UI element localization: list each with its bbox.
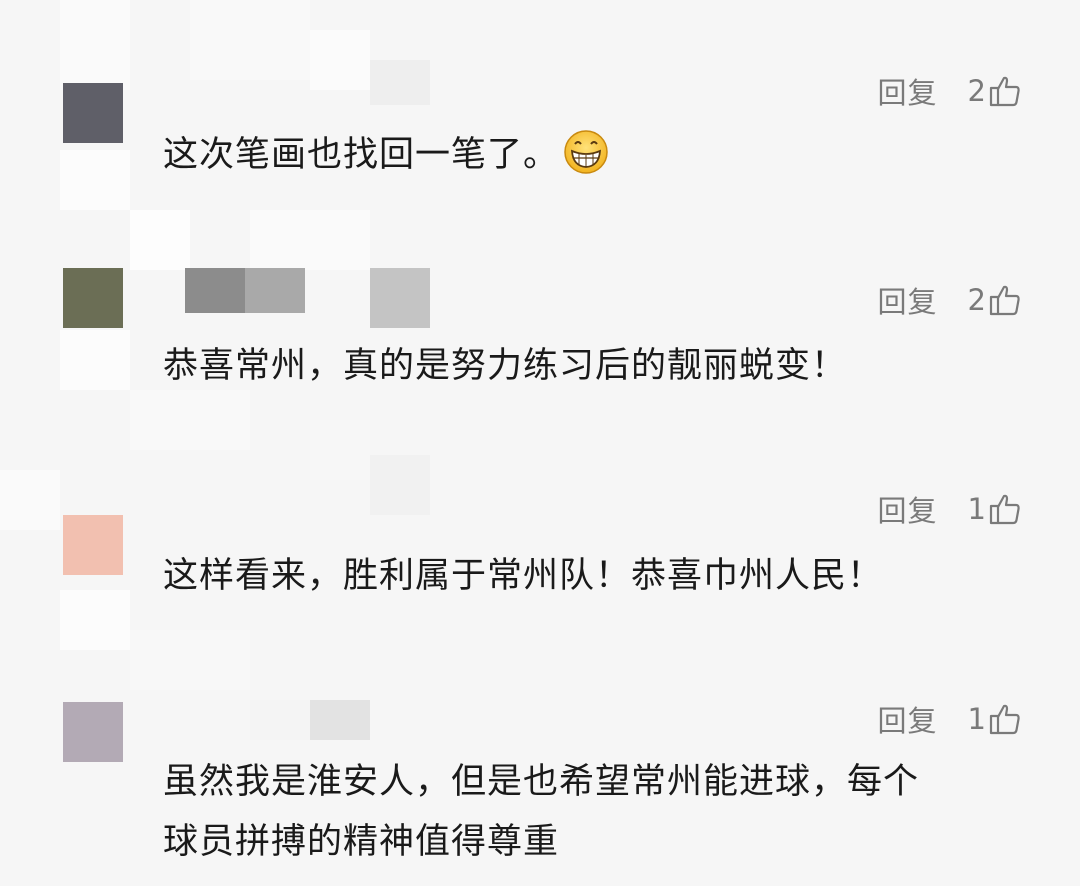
reply-button[interactable]: 回复 <box>878 698 938 740</box>
reply-button[interactable]: 回复 <box>878 279 938 321</box>
like-count: 2 <box>967 74 986 108</box>
avatar[interactable] <box>63 83 123 143</box>
avatar[interactable] <box>63 515 123 575</box>
grinning-face-emoji <box>563 129 609 175</box>
comment-actions: 回复 1 <box>878 699 1022 739</box>
comment-text: 虽然我是淮安人，但是也希望常州能进球，每个 球员拼搏的精神值得尊重 <box>163 752 1020 872</box>
like-count: 2 <box>967 283 986 317</box>
comment-text: 这次笔画也找回一笔了。 <box>163 125 1020 185</box>
avatar[interactable] <box>63 268 123 328</box>
comment-text: 这样看来，胜利属于常州队！恭喜巾州人民！ <box>163 556 884 596</box>
comment-text: 恭喜常州，真的是努力练习后的靓丽蜕变！ <box>163 346 848 386</box>
thumbs-up-icon[interactable] <box>988 283 1022 317</box>
comment-actions: 回复 2 <box>878 280 1022 320</box>
comment-actions: 回复 1 <box>878 489 1022 529</box>
avatar[interactable] <box>63 702 123 762</box>
like-count: 1 <box>967 492 986 526</box>
comment-text-line: 虽然我是淮安人，但是也希望常州能进球，每个 <box>163 762 920 802</box>
thumbs-up-icon[interactable] <box>988 492 1022 526</box>
thumbs-up-icon[interactable] <box>988 702 1022 736</box>
like-count: 1 <box>967 702 986 736</box>
reply-button[interactable]: 回复 <box>878 488 938 530</box>
reply-button[interactable]: 回复 <box>878 70 938 112</box>
comment-actions: 回复 2 <box>878 71 1022 111</box>
comment-text-line: 球员拼搏的精神值得尊重 <box>163 822 560 862</box>
thumbs-up-icon[interactable] <box>988 74 1022 108</box>
